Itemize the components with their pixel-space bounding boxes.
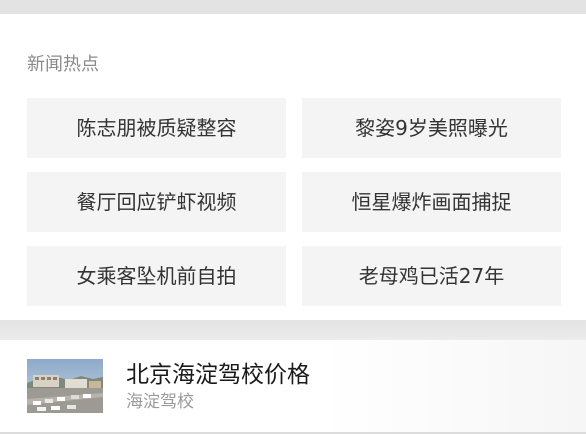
ad-title[interactable]: 北京海淀驾校价格 bbox=[126, 360, 310, 390]
hot-news-item[interactable]: 餐厅回应铲虾视频 bbox=[27, 172, 286, 232]
ad-subtitle: 海淀驾校 bbox=[126, 392, 194, 412]
hot-news-item[interactable]: 黎姿9岁美照曝光 bbox=[302, 98, 561, 158]
driving-school-photo[interactable] bbox=[27, 359, 103, 413]
hot-news-card: 新闻热点 陈志朋被质疑整容 黎姿9岁美照曝光 餐厅回应铲虾视频 恒星爆炸画面捕捉… bbox=[0, 14, 586, 320]
ad-list-item[interactable]: 北京海淀驾校价格 海淀驾校 bbox=[0, 340, 586, 434]
hot-news-item[interactable]: 恒星爆炸画面捕捉 bbox=[302, 172, 561, 232]
hot-news-item[interactable]: 老母鸡已活27年 bbox=[302, 246, 561, 306]
top-separator bbox=[0, 0, 586, 14]
hot-news-item[interactable]: 女乘客坠机前自拍 bbox=[27, 246, 286, 306]
section-title: 新闻热点 bbox=[27, 54, 99, 75]
section-separator bbox=[0, 320, 586, 340]
hot-news-item[interactable]: 陈志朋被质疑整容 bbox=[27, 98, 286, 158]
